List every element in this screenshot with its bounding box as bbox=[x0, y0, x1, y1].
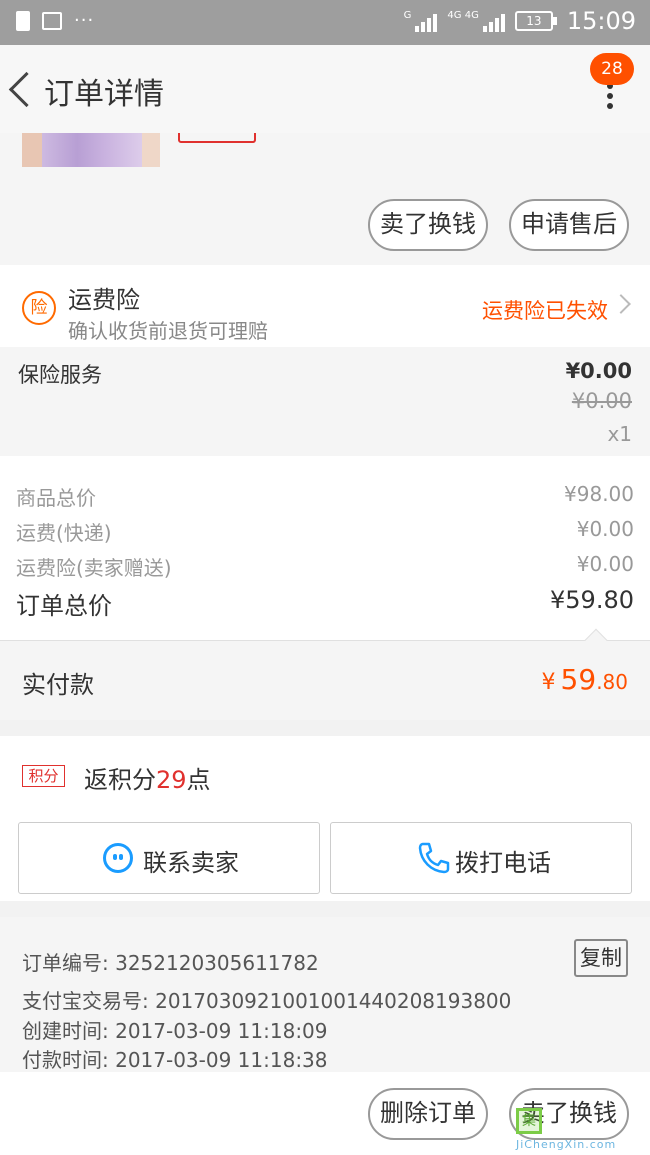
alipay-transaction-number: 支付宝交易号: 2017030921001001440208193800 bbox=[22, 989, 512, 1013]
insurance-service-price: ¥0.00 bbox=[565, 359, 632, 383]
points-tag: 积分 bbox=[22, 765, 65, 787]
amount-paid-label: 实付款 bbox=[22, 671, 94, 699]
after-sale-button[interactable]: 申请售后 bbox=[509, 199, 629, 251]
watermark-text: JiChengXin.com bbox=[516, 1138, 617, 1151]
shipping-label: 运费(快递) bbox=[16, 521, 112, 545]
insurance-service: 保险服务 ¥0.00 ¥0.00 x1 bbox=[0, 347, 650, 456]
sell-for-cash-button[interactable]: 卖了换钱 bbox=[368, 199, 488, 251]
more-notifications-icon: ··· bbox=[74, 10, 95, 31]
app-header: 订单详情 28 bbox=[0, 45, 650, 133]
watermark: 集 JiChengXin.com bbox=[516, 1108, 632, 1154]
freight-insurance-title: 运费险 bbox=[68, 286, 140, 314]
product-thumbnail[interactable] bbox=[22, 133, 160, 167]
contact-seller-label: 联系卖家 bbox=[143, 849, 239, 877]
contact-seller-button[interactable]: 联系卖家 bbox=[18, 822, 320, 894]
image-icon bbox=[42, 11, 62, 30]
call-button[interactable]: 拨打电话 bbox=[330, 822, 632, 894]
alert-icon bbox=[16, 10, 30, 31]
call-label: 拨打电话 bbox=[455, 849, 551, 877]
subtotal-value: ¥98.00 bbox=[564, 482, 634, 506]
freight-insurance-status: 运费险已失效 bbox=[482, 299, 608, 323]
back-icon[interactable] bbox=[8, 69, 36, 109]
order-total-value: ¥59.80 bbox=[550, 586, 634, 614]
watermark-logo: 集 bbox=[516, 1108, 542, 1134]
status-bar: ··· G 4G 4G 13 15:09 bbox=[0, 0, 650, 45]
insurance-icon: 险 bbox=[22, 291, 56, 325]
points-text: 返积分29点 bbox=[84, 766, 211, 794]
return-policy-tag bbox=[178, 133, 256, 143]
order-total-label: 订单总价 bbox=[16, 592, 112, 620]
copy-button[interactable]: 复制 bbox=[574, 939, 628, 977]
price-summary: 商品总价 ¥98.00 运费(快递) ¥0.00 运费险(卖家赠送) ¥0.00… bbox=[0, 456, 650, 640]
page-title: 订单详情 bbox=[44, 77, 164, 112]
freight-insurance-subtitle: 确认收货前退货可理赔 bbox=[68, 319, 268, 343]
created-time: 创建时间: 2017-03-09 11:18:09 bbox=[22, 1019, 328, 1043]
delete-order-button[interactable]: 删除订单 bbox=[368, 1088, 488, 1140]
bottom-action-bar: 删除订单 卖了换钱 集 JiChengXin.com bbox=[0, 1072, 650, 1155]
shipping-value: ¥0.00 bbox=[576, 517, 634, 541]
paid-time: 付款时间: 2017-03-09 11:18:38 bbox=[22, 1048, 328, 1072]
clock: 15:09 bbox=[566, 7, 636, 35]
chat-icon bbox=[103, 843, 133, 873]
points-value: 29 bbox=[156, 766, 187, 794]
subtotal-label: 商品总价 bbox=[16, 486, 96, 510]
shipping-insurance-label: 运费险(卖家赠送) bbox=[16, 556, 172, 580]
signal-2-icon: 4G 4G bbox=[447, 10, 505, 32]
points-and-contact: 积分 返积分29点 联系卖家 拨打电话 bbox=[0, 736, 650, 901]
message-badge[interactable]: 28 bbox=[590, 53, 634, 85]
order-number: 订单编号: 3252120305611782 bbox=[22, 951, 319, 975]
insurance-service-original-price: ¥0.00 bbox=[571, 389, 632, 413]
phone-icon bbox=[418, 842, 450, 874]
order-info: 订单编号: 3252120305611782 复制 支付宝交易号: 201703… bbox=[0, 917, 650, 1072]
more-menu-icon[interactable] bbox=[606, 83, 614, 113]
insurance-service-quantity: x1 bbox=[607, 422, 632, 446]
signal-1-icon: G bbox=[404, 10, 438, 32]
amount-paid-value: ¥ 59.80 bbox=[541, 663, 628, 696]
amount-paid: 实付款 ¥ 59.80 bbox=[0, 628, 650, 720]
product-card: 卖了换钱 申请售后 bbox=[0, 133, 650, 265]
freight-insurance-row[interactable]: 险 运费险 确认收货前退货可理赔 运费险已失效 bbox=[0, 265, 650, 347]
insurance-service-name: 保险服务 bbox=[18, 363, 102, 387]
shipping-insurance-value: ¥0.00 bbox=[576, 552, 634, 576]
chevron-right-icon bbox=[611, 294, 631, 314]
battery-indicator: 13 bbox=[514, 11, 557, 31]
